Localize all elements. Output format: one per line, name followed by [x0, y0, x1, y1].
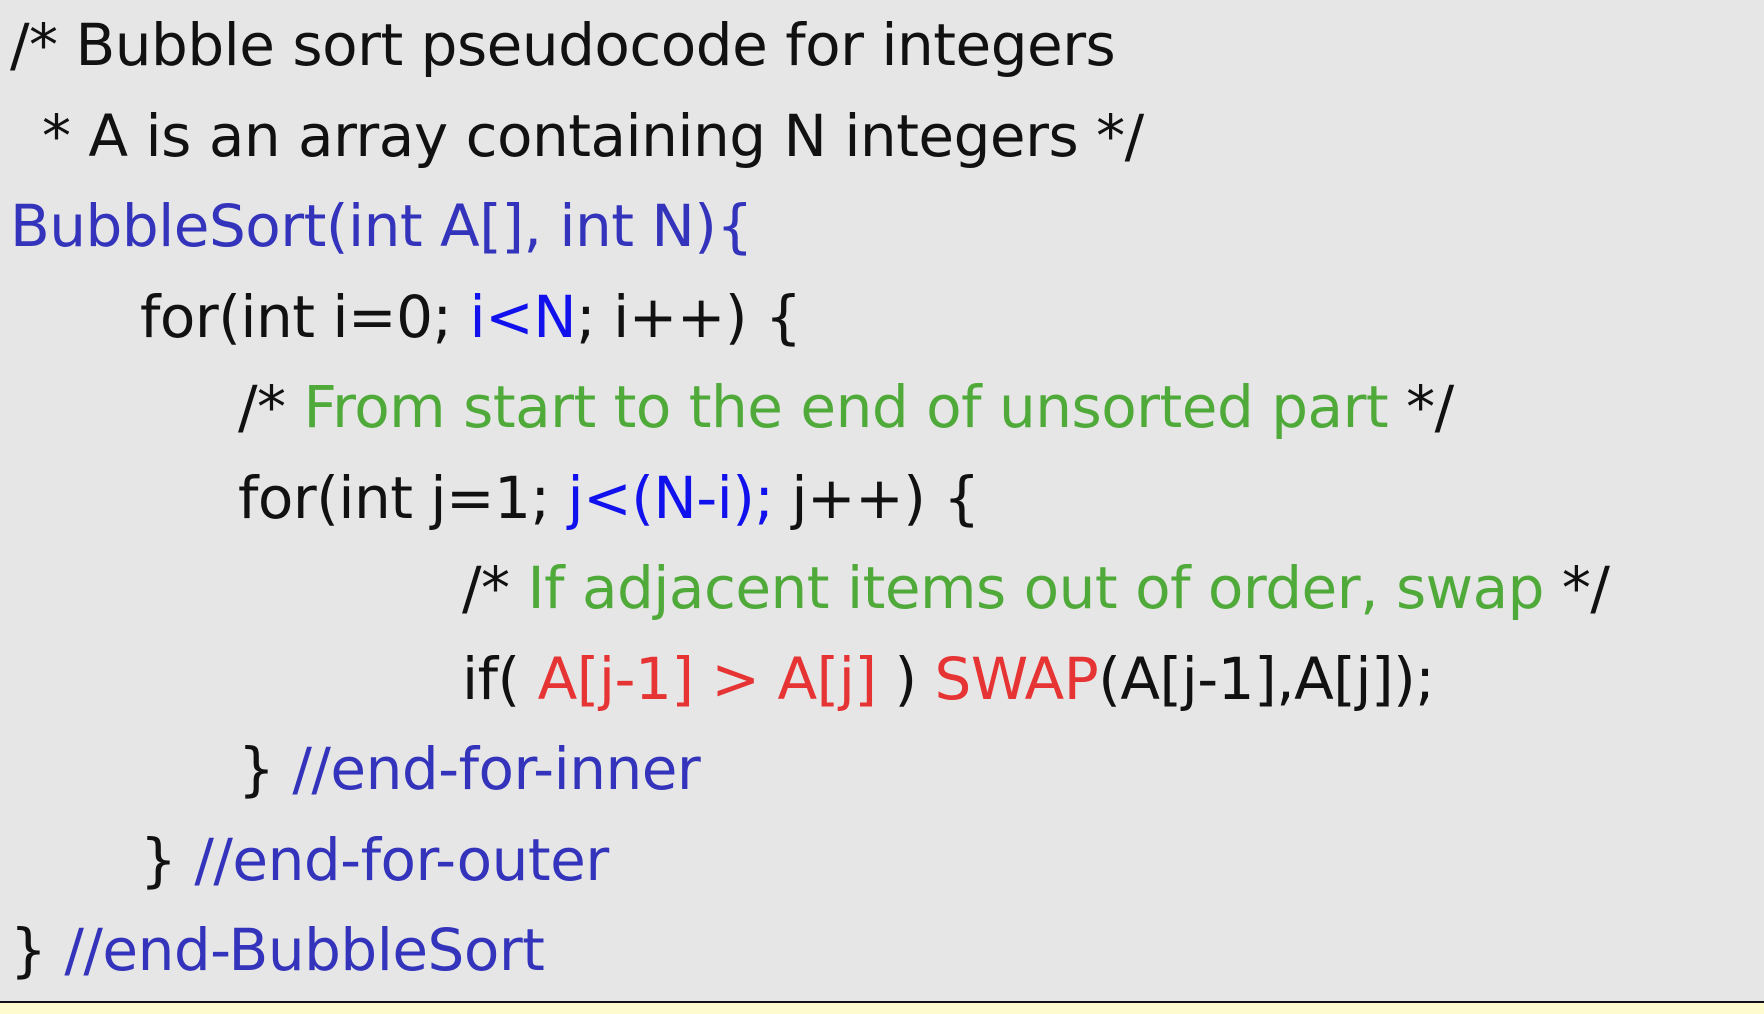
code-token: From start to the end of unsorted part [303, 373, 1389, 441]
code-token: for(int i=0; [140, 282, 470, 351]
code-token: A[j-1] > A[j] [537, 644, 877, 713]
code-token: } [10, 916, 65, 984]
code-line: /* If adjacent items out of order, swap … [462, 543, 1610, 633]
code-token: ; i++) { [576, 282, 802, 351]
code-line: } //end-for-outer [140, 815, 609, 905]
code-line: BubbleSort(int A[], int N){ [10, 181, 753, 271]
code-token: } [238, 735, 293, 803]
code-token: */ [1388, 373, 1454, 441]
code-token: ) [876, 644, 935, 713]
code-line: /* From start to the end of unsorted par… [238, 362, 1454, 452]
code-token: SWAP [934, 644, 1099, 713]
code-token: */ [1543, 554, 1610, 622]
code-token: j++) { [773, 463, 980, 532]
code-token: //end-for-inner [292, 735, 701, 803]
code-token: //end-for-outer [194, 825, 609, 894]
code-line: for(int i=0; i<N; i++) { [140, 272, 802, 362]
code-token: j<(N-i); [567, 463, 774, 532]
code-token: } [140, 825, 195, 894]
code-token: (A[j-1],A[j]); [1098, 644, 1435, 713]
code-token: /* [238, 373, 304, 441]
code-listing: /* Bubble sort pseudocode for integers * … [0, 0, 1764, 1003]
code-token: /* [462, 554, 528, 622]
code-line: for(int j=1; j<(N-i); j++) { [238, 453, 980, 543]
code-token: BubbleSort(int A[], int N){ [10, 192, 753, 260]
code-token: If adjacent items out of order, swap [527, 554, 1544, 622]
code-line: } //end-BubbleSort [10, 905, 545, 995]
code-token: //end-BubbleSort [64, 916, 545, 984]
code-token: /* Bubble sort pseudocode for integers [10, 11, 1116, 79]
code-token: if( [462, 644, 538, 713]
code-token: for(int j=1; [238, 463, 568, 532]
code-line: } //end-for-inner [238, 724, 701, 814]
code-line: * A is an array containing N integers */ [42, 91, 1144, 181]
code-token: * A is an array containing N integers */ [42, 101, 1144, 170]
code-line: /* Bubble sort pseudocode for integers [10, 0, 1116, 90]
code-token: i<N [469, 282, 577, 351]
code-line: if( A[j-1] > A[j] ) SWAP(A[j-1],A[j]); [462, 634, 1435, 724]
